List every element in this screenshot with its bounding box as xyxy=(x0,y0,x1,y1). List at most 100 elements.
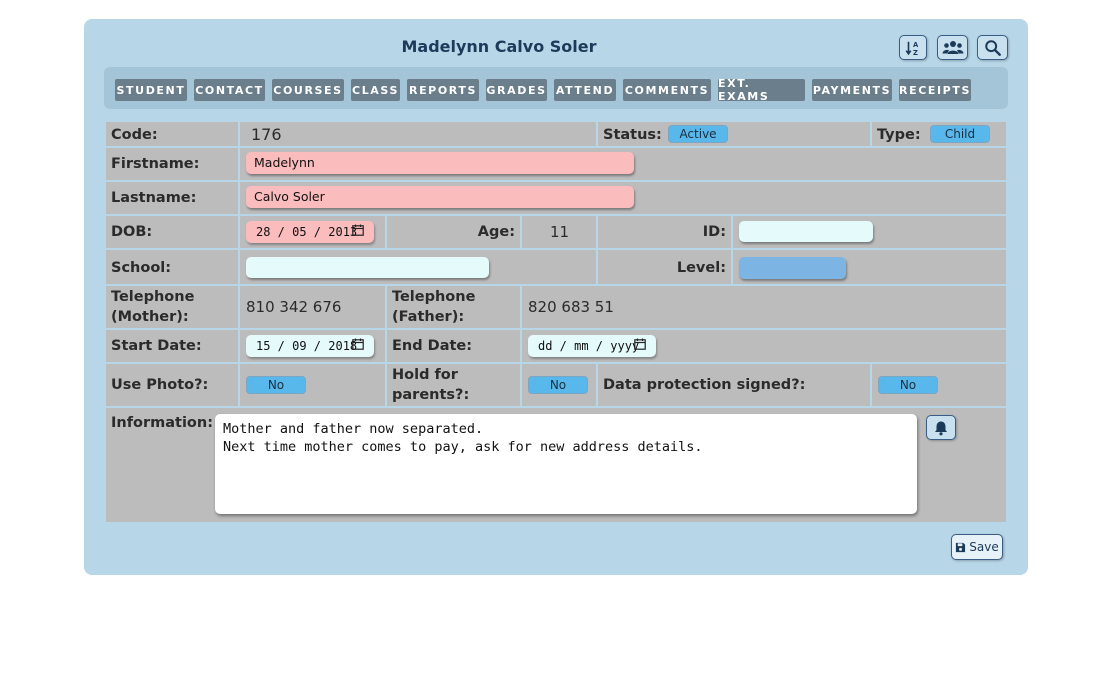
dob-value-cell: 28 / 05 / 2013 xyxy=(240,216,385,248)
dob-value: 28 / 05 / 2013 xyxy=(256,225,358,239)
sort-button[interactable]: A Z xyxy=(899,35,927,60)
information-cell: Information: Mother and father now separ… xyxy=(106,408,1006,522)
start-date-input[interactable]: 15 / 09 / 2018 xyxy=(246,335,374,357)
data-protection-toggle[interactable]: No xyxy=(878,376,938,394)
tel-father-value-cell: 820 683 51 xyxy=(522,286,1006,328)
school-input[interactable] xyxy=(246,257,489,278)
end-date-value-cell: dd / mm / yyyy xyxy=(522,330,1006,362)
tab-bar: STUDENT CONTACT COURSES CLASS REPORTS GR… xyxy=(104,67,1008,109)
school-value-cell xyxy=(240,250,596,284)
tab-class[interactable]: CLASS xyxy=(351,79,400,101)
code-label-cell: Code: xyxy=(106,122,238,146)
calendar-icon[interactable] xyxy=(352,338,364,350)
student-form: Code: 176 Status: Active Type: Child Fir… xyxy=(106,122,1006,522)
tel-father-label-cell: Telephone (Father): xyxy=(387,286,520,328)
hold-label-cell: Hold for parents?: xyxy=(387,364,520,406)
dob-date-input[interactable]: 28 / 05 / 2013 xyxy=(246,221,374,243)
lastname-label-cell: Lastname: xyxy=(106,182,238,214)
end-date-label-cell: End Date: xyxy=(387,330,520,362)
tab-student[interactable]: STUDENT xyxy=(115,79,187,101)
id-label-cell: ID: xyxy=(598,216,731,248)
level-label: Level: xyxy=(676,260,726,276)
use-photo-toggle[interactable]: No xyxy=(246,376,306,394)
age-label: Age: xyxy=(477,224,515,240)
tel-father-label: Telephone (Father): xyxy=(392,289,476,325)
group-button[interactable] xyxy=(937,35,968,60)
search-button[interactable] xyxy=(977,35,1008,60)
svg-text:Z: Z xyxy=(913,48,918,56)
id-label: ID: xyxy=(702,224,726,240)
data-protection-label-cell: Data protection signed?: xyxy=(598,364,870,406)
bell-icon xyxy=(935,421,947,435)
hold-toggle[interactable]: No xyxy=(528,376,588,394)
tab-reports[interactable]: REPORTS xyxy=(407,79,479,101)
tab-ext-exams[interactable]: EXT. EXAMS xyxy=(718,77,805,103)
end-date-placeholder: dd / mm / yyyy xyxy=(538,339,640,353)
search-icon xyxy=(984,39,1001,56)
start-date-value-cell: 15 / 09 / 2018 xyxy=(240,330,385,362)
tab-receipts[interactable]: RECEIPTS xyxy=(899,79,971,101)
student-panel: Madelynn Calvo Soler A Z STUDENT CONTACT… xyxy=(84,19,1028,575)
save-label: Save xyxy=(969,540,999,554)
tab-comments[interactable]: COMMENTS xyxy=(623,79,711,101)
tab-payments[interactable]: PAYMENTS xyxy=(812,79,892,101)
data-protection-label: Data protection signed?: xyxy=(603,377,806,393)
end-date-input[interactable]: dd / mm / yyyy xyxy=(528,335,656,357)
type-cell: Type: Child xyxy=(872,122,1006,146)
start-date-label: Start Date: xyxy=(111,338,202,354)
level-select[interactable] xyxy=(739,257,846,279)
data-protection-value-cell: No xyxy=(872,364,1006,406)
age-value-cell: 11 xyxy=(522,216,596,248)
dob-label: DOB: xyxy=(111,224,153,240)
status-label: Status: xyxy=(603,127,662,143)
firstname-label: Firstname: xyxy=(111,156,200,172)
id-value-cell xyxy=(733,216,1006,248)
status-badge[interactable]: Active xyxy=(668,125,728,143)
tab-courses[interactable]: COURSES xyxy=(272,79,344,101)
age-label-cell: Age: xyxy=(387,216,520,248)
tab-attend[interactable]: ATTEND xyxy=(554,79,616,101)
end-date-label: End Date: xyxy=(392,338,473,354)
tel-mother-value-cell: 810 342 676 xyxy=(240,286,385,328)
type-label: Type: xyxy=(877,127,921,143)
firstname-label-cell: Firstname: xyxy=(106,148,238,180)
reminder-button[interactable] xyxy=(926,415,956,440)
information-textarea[interactable]: Mother and father now separated. Next ti… xyxy=(215,414,917,514)
start-date-label-cell: Start Date: xyxy=(106,330,238,362)
tab-contact[interactable]: CONTACT xyxy=(194,79,265,101)
code-value: 176 xyxy=(251,125,282,144)
level-value-cell xyxy=(733,250,1006,284)
tel-mother-label: Telephone (Mother): xyxy=(111,289,195,325)
age-value: 11 xyxy=(550,223,570,241)
calendar-icon[interactable] xyxy=(634,338,646,350)
save-button[interactable]: Save xyxy=(951,534,1003,560)
dob-label-cell: DOB: xyxy=(106,216,238,248)
lastname-label: Lastname: xyxy=(111,190,197,206)
firstname-value-cell: Madelynn xyxy=(240,148,1006,180)
code-label: Code: xyxy=(111,127,158,143)
id-input[interactable] xyxy=(739,221,873,242)
floppy-disk-icon xyxy=(956,542,966,552)
use-photo-value-cell: No xyxy=(240,364,385,406)
hold-label: Hold for parents?: xyxy=(392,367,470,403)
tel-father-value: 820 683 51 xyxy=(528,298,614,316)
code-value-cell: 176 xyxy=(240,122,596,146)
school-label-cell: School: xyxy=(106,250,238,284)
tab-grades[interactable]: GRADES xyxy=(486,79,547,101)
tel-mother-label-cell: Telephone (Mother): xyxy=(106,286,238,328)
lastname-input[interactable]: Calvo Soler xyxy=(246,186,634,208)
calendar-icon[interactable] xyxy=(352,224,364,236)
school-label: School: xyxy=(111,260,172,276)
hold-value-cell: No xyxy=(522,364,596,406)
firstname-input[interactable]: Madelynn xyxy=(246,152,634,174)
start-date-value: 15 / 09 / 2018 xyxy=(256,339,358,353)
level-label-cell: Level: xyxy=(598,250,731,284)
type-badge[interactable]: Child xyxy=(930,125,990,143)
information-label: Information: xyxy=(111,415,214,431)
page-title: Madelynn Calvo Soler xyxy=(401,37,597,56)
status-cell: Status: Active xyxy=(598,122,870,146)
lastname-value-cell: Calvo Soler xyxy=(240,182,1006,214)
tel-mother-value: 810 342 676 xyxy=(246,298,342,316)
group-icon xyxy=(942,40,963,54)
sort-az-icon: A Z xyxy=(905,41,919,56)
